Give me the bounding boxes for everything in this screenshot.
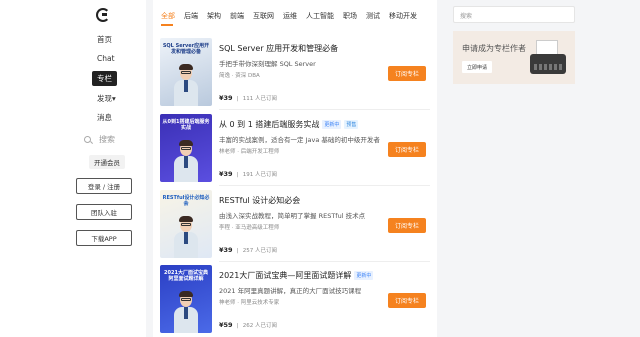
course-author: 李程 · 亚马逊高级工程师 <box>219 225 280 231</box>
course-price: ¥39 | 257 人已订阅 <box>219 246 277 254</box>
subscribe-button[interactable]: 订阅专栏 <box>388 142 426 157</box>
sidebar-search-label: 搜索 <box>99 135 115 144</box>
promo-title: 申请成为专栏作者 <box>462 44 526 53</box>
nav-chat[interactable]: Chat <box>97 54 115 63</box>
course-price: ¥39 | 191 人已订阅 <box>219 170 277 178</box>
tab-architecture[interactable]: 架构 <box>207 11 221 21</box>
cover-title: 从0到1搭建后端服务实战 <box>162 119 210 132</box>
main-column: 全部 后端 架构 前端 互联网 运维 人工智能 职场 测试 移动开发 SQL S… <box>153 0 437 337</box>
course-description: 由浅入深实战教程，简单明了掌握 RESTful 技术点 <box>219 212 366 220</box>
list-item[interactable]: RESTful设计必知必会 RESTful 设计必知必会 由浅入深实战教程，简单… <box>160 190 430 262</box>
subscribe-button[interactable]: 订阅专栏 <box>388 66 426 81</box>
divider <box>219 261 430 262</box>
author-portrait-icon <box>174 64 198 106</box>
status-badge: 更新中 <box>322 120 342 129</box>
author-portrait-icon <box>174 291 198 333</box>
course-author: 简逸 · 资深 DBA <box>219 73 260 79</box>
list-item[interactable]: SQL Server应用开发和管理必备 SQL Server 应用开发和管理必备… <box>160 38 430 110</box>
course-price: ¥59 | 262 人已订阅 <box>219 321 277 329</box>
category-tabs: 全部 后端 架构 前端 互联网 运维 人工智能 职场 测试 移动开发 <box>161 11 417 21</box>
course-cover[interactable]: SQL Server应用开发和管理必备 <box>160 38 212 106</box>
typewriter-icon <box>530 40 566 76</box>
logo-icon[interactable] <box>96 8 110 22</box>
search-input[interactable]: 搜索 <box>453 6 575 23</box>
course-cover[interactable]: 2021大厂面试宝典阿里面试题详解 <box>160 265 212 333</box>
divider <box>219 185 430 186</box>
course-title[interactable]: 2021大厂面试宝典—阿里面试题详解 更新中 <box>219 270 374 281</box>
tab-testing[interactable]: 测试 <box>366 11 380 21</box>
course-description: 手把手带你深刻理解 SQL Server <box>219 60 316 68</box>
nav-discover[interactable]: 发现▾ <box>97 93 116 104</box>
course-price: ¥39 | 111 人已订阅 <box>219 94 277 102</box>
tab-mobile[interactable]: 移动开发 <box>389 11 417 21</box>
sidebar-search[interactable]: 搜索 <box>84 134 115 145</box>
tab-frontend[interactable]: 前端 <box>230 11 244 21</box>
team-join-button[interactable]: 团队入驻 <box>76 204 132 220</box>
author-apply-banner: 申请成为专栏作者 立即申请 <box>453 31 575 84</box>
tab-career[interactable]: 职场 <box>343 11 357 21</box>
course-description: 丰富的实战案例，适合有一定 Java 基础的初中级开发者 <box>219 136 380 144</box>
vip-button[interactable]: 开通会员 <box>89 155 125 169</box>
list-item[interactable]: 从0到1搭建后端服务实战 从 0 到 1 搭建后端服务实战 更新中 预售 丰富的… <box>160 114 430 186</box>
tab-backend[interactable]: 后端 <box>184 11 198 21</box>
left-sidebar: 首页 Chat 专栏 发现▾ 消息 搜索 开通会员 登录 / 注册 团队入驻 下… <box>0 0 146 337</box>
subscribe-button[interactable]: 订阅专栏 <box>388 218 426 233</box>
tab-internet[interactable]: 互联网 <box>253 11 274 21</box>
author-portrait-icon <box>174 140 198 182</box>
author-portrait-icon <box>174 216 198 258</box>
cover-title: RESTful设计必知必会 <box>162 195 210 208</box>
course-title[interactable]: RESTful 设计必知必会 <box>219 195 300 206</box>
status-badge: 预售 <box>344 120 359 129</box>
download-app-button[interactable]: 下载APP <box>76 230 132 246</box>
nav-messages[interactable]: 消息 <box>97 112 112 123</box>
course-description: 2021 年阿里真题讲解，真正的大厂面试技巧课程 <box>219 287 362 295</box>
divider <box>219 109 430 110</box>
course-title[interactable]: 从 0 到 1 搭建后端服务实战 更新中 预售 <box>219 119 359 130</box>
cover-title: SQL Server应用开发和管理必备 <box>162 43 210 56</box>
tab-ai[interactable]: 人工智能 <box>306 11 334 21</box>
status-badge: 更新中 <box>354 271 374 280</box>
course-cover[interactable]: 从0到1搭建后端服务实战 <box>160 114 212 182</box>
course-author: 神老师 · 阿里云技术专家 <box>219 300 280 306</box>
apply-button[interactable]: 立即申请 <box>462 61 492 73</box>
active-tab-indicator <box>161 24 173 26</box>
nav-home[interactable]: 首页 <box>97 34 112 45</box>
dropdown-caret-icon: ▾ <box>112 94 116 103</box>
login-button[interactable]: 登录 / 注册 <box>76 178 132 194</box>
course-author: 林老师 · 后端开发工程师 <box>219 149 280 155</box>
subscribe-button[interactable]: 订阅专栏 <box>388 293 426 308</box>
search-icon <box>84 136 91 143</box>
tab-all[interactable]: 全部 <box>161 11 175 21</box>
nav-column[interactable]: 专栏 <box>92 71 117 86</box>
cover-title: 2021大厂面试宝典阿里面试题详解 <box>164 270 208 283</box>
course-title[interactable]: SQL Server 应用开发和管理必备 <box>219 43 338 54</box>
tab-ops[interactable]: 运维 <box>283 11 297 21</box>
list-item[interactable]: 2021大厂面试宝典阿里面试题详解 2021大厂面试宝典—阿里面试题详解 更新中… <box>160 265 430 337</box>
course-cover[interactable]: RESTful设计必知必会 <box>160 190 212 258</box>
